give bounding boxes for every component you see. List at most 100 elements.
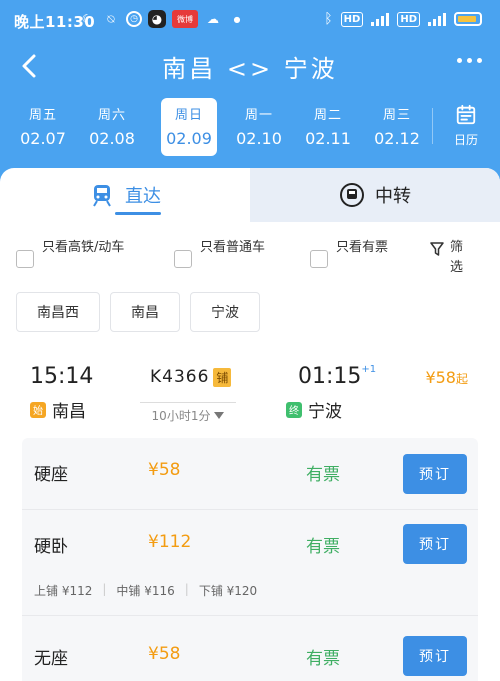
berth-upper: 上铺 ¥112: [34, 584, 93, 598]
cloud-icon: ☁: [207, 12, 219, 26]
more-options-button[interactable]: [457, 58, 482, 63]
arrival-station-name: 宁波: [308, 402, 342, 422]
train-icon: [93, 185, 111, 207]
transfer-train-icon: [340, 183, 364, 207]
calendar-label: 日历: [453, 133, 478, 147]
alarm-icon: ◷: [126, 11, 142, 27]
seat-row: 无座 ¥58 有票 预订: [22, 616, 478, 681]
price-from-value: ¥58: [425, 368, 456, 387]
station-chips: 南昌西 南昌 宁波: [16, 292, 260, 332]
berth-middle: 中铺 ¥116: [116, 584, 175, 598]
departure-station: 始 南昌: [30, 397, 86, 422]
date-value: 02.08: [89, 129, 135, 148]
filter-regular[interactable]: 只看普通车: [174, 238, 280, 268]
date-value: 02.11: [305, 129, 351, 148]
book-button[interactable]: 预订: [403, 454, 467, 494]
train-card[interactable]: 15:14 始 南昌 K4366 铺 10小时1分 01:15+1 终 宁波 ¥…: [16, 344, 484, 681]
day-offset: +1: [361, 364, 377, 375]
tab-underline: [115, 212, 161, 215]
departure-time: 15:14: [30, 364, 94, 389]
berth-prices: 上铺 ¥112 | 中铺 ¥116 | 下铺 ¥120: [34, 582, 257, 599]
checkbox[interactable]: [174, 250, 192, 268]
arrival-station: 终 宁波: [286, 397, 342, 422]
date-tab[interactable]: 周五 02.07: [14, 98, 72, 156]
tab-bar: 直达 中转: [0, 168, 500, 222]
date-tab[interactable]: 周三 02.12: [368, 98, 426, 156]
seat-type: 硬座: [34, 465, 68, 485]
station-chip[interactable]: 宁波: [190, 292, 260, 332]
seat-row: 硬座 ¥58 有票 预订: [22, 438, 478, 510]
berth-lower: 下铺 ¥120: [198, 584, 258, 598]
filter-available[interactable]: 只看有票: [310, 238, 394, 268]
duration-toggle[interactable]: 10小时1分: [140, 402, 236, 424]
dot-icon: [477, 58, 482, 63]
seat-price: ¥58: [148, 460, 181, 480]
tab-transfer-label: 中转: [375, 186, 411, 207]
date-tab[interactable]: 周一 02.10: [230, 98, 288, 156]
seat-type: 硬卧: [34, 537, 68, 557]
filter-button[interactable]: 筛选: [430, 238, 472, 278]
separator: |: [102, 582, 107, 596]
tab-direct-label: 直达: [125, 186, 161, 207]
seat-price: ¥58: [148, 644, 181, 664]
date-weekday: 周二: [313, 108, 342, 123]
station-chip[interactable]: 南昌: [110, 292, 180, 332]
seat-list: 硬座 ¥58 有票 预订 硬卧 ¥112 有票 预订 上铺 ¥112 | 中铺 …: [22, 438, 478, 681]
train-number-text: K4366: [150, 367, 210, 387]
arrival-time-text: 01:15: [298, 364, 362, 389]
date-tab[interactable]: 周二 02.11: [299, 98, 357, 156]
filter-label: 只看有票: [336, 240, 389, 255]
dot-icon: ●: [233, 14, 241, 24]
date-value: 02.07: [20, 129, 66, 148]
price-from-suffix: 起: [455, 372, 468, 386]
moon-icon: ☾: [81, 12, 93, 26]
checkbox[interactable]: [16, 250, 34, 268]
seat-availability: 有票: [306, 649, 340, 669]
departure-station-name: 南昌: [52, 402, 86, 422]
date-weekday: 周六: [97, 108, 126, 123]
battery-icon: [454, 12, 482, 26]
seat-row: 硬卧 ¥112 有票 预订 上铺 ¥112 | 中铺 ¥116 | 下铺 ¥12…: [22, 510, 478, 616]
calendar-button[interactable]: 日历: [446, 104, 486, 148]
date-value: 02.09: [166, 129, 212, 148]
date-value: 02.12: [374, 129, 420, 148]
duration-text: 10小时1分: [151, 409, 211, 423]
page-title: 南昌 <> 宁波: [162, 55, 338, 83]
signal-icon: [371, 12, 390, 26]
date-weekday: 周日: [174, 108, 203, 123]
filter-high-speed[interactable]: 只看高铁/动车: [16, 238, 152, 268]
filter-row: 只看高铁/动车 只看普通车 只看有票 筛选: [0, 230, 500, 280]
date-strip: 周五 02.07 周六 02.08 周日 02.09 周一 02.10 周二 02.11 …: [14, 98, 434, 156]
bluetooth-icon: ᛒ: [324, 11, 333, 27]
divider: [432, 108, 433, 144]
start-badge: 始: [30, 401, 46, 418]
seat-price: ¥112: [148, 532, 192, 552]
book-button[interactable]: 预订: [403, 524, 467, 564]
caret-down-icon: [214, 412, 225, 419]
date-tab-active[interactable]: 周日 02.09: [161, 98, 217, 156]
signal-icon: [428, 12, 446, 26]
station-chip[interactable]: 南昌西: [16, 292, 100, 332]
date-value: 02.10: [236, 129, 282, 148]
date-weekday: 周三: [382, 108, 411, 123]
dot-icon: [457, 58, 462, 63]
calendar-icon: [456, 104, 476, 125]
hd-icon: HD: [397, 11, 420, 27]
train-number: K4366 铺: [150, 367, 232, 387]
qq-icon: ◕: [148, 10, 166, 28]
alarm-off-icon: ⍉: [107, 11, 115, 26]
checkbox[interactable]: [310, 250, 328, 268]
date-weekday: 周一: [244, 108, 273, 123]
date-tab[interactable]: 周六 02.08: [83, 98, 141, 156]
seat-availability: 有票: [306, 537, 340, 557]
book-button[interactable]: 预订: [403, 636, 467, 676]
separator: |: [184, 582, 189, 596]
filter-button-label: 筛选: [450, 240, 464, 275]
price-from: ¥58起: [425, 368, 468, 387]
date-weekday: 周五: [28, 108, 57, 123]
seat-availability: 有票: [306, 465, 340, 485]
status-right-icons: ᛒ HD HD: [324, 11, 482, 27]
sleeper-tag: 铺: [213, 367, 232, 387]
end-badge: 终: [286, 401, 302, 418]
tab-transfer[interactable]: 中转: [250, 168, 500, 222]
